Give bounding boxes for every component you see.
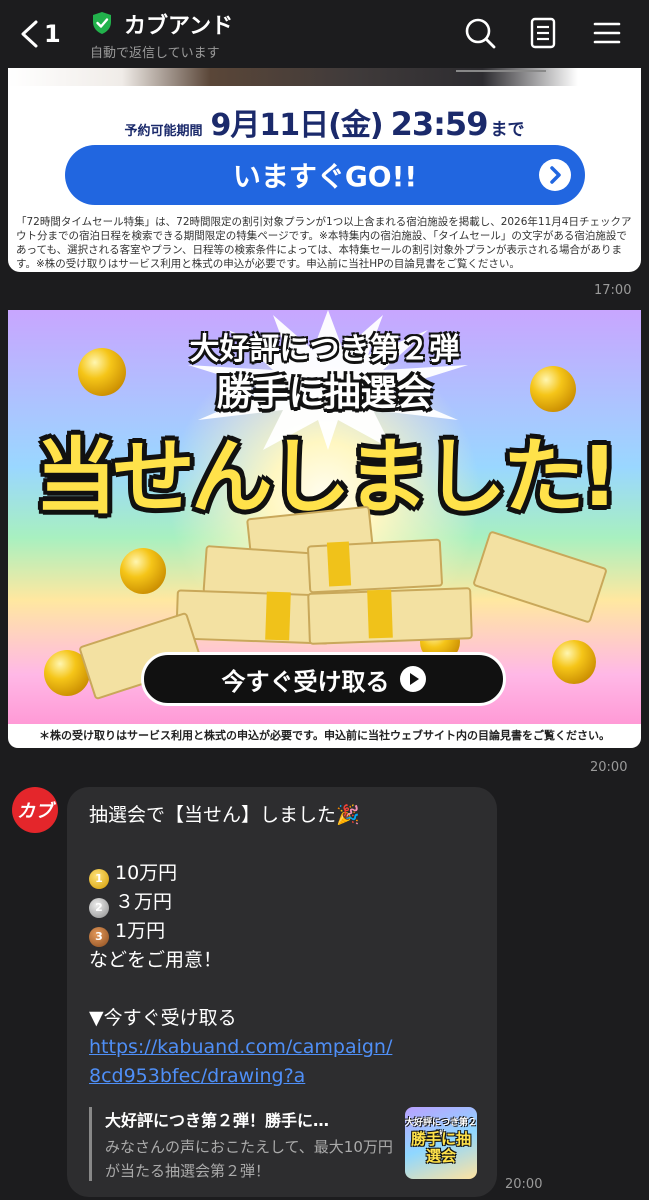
money-band bbox=[326, 541, 352, 587]
verified-shield-icon bbox=[93, 12, 111, 34]
chat-title: カブアンド bbox=[124, 14, 234, 39]
gold-coin bbox=[120, 548, 166, 594]
preview-thumbnail: 大好評につき第２弾 勝手に抽選会 bbox=[405, 1107, 477, 1179]
banner-footer: ＊株の受け取りはサービス利用と株式の申込が必要です。申込前に当社ウェブサイト内の… bbox=[8, 724, 641, 748]
sale-banner-card[interactable]: 予約可能期間 9月11日(金) 23:59 まで いますぐGO!! 「72時間タ… bbox=[8, 50, 641, 272]
message-bubble[interactable]: 抽選会で【当せん】しました🎉 1 10万円 2 ３万円 3 1万円 などをご用意！ ▼… bbox=[67, 787, 497, 1197]
notes-icon[interactable] bbox=[526, 16, 560, 50]
money-band bbox=[367, 589, 393, 639]
thumbnail-title: 勝手に抽選会 bbox=[410, 1130, 471, 1165]
go-now-label: いますぐGO!! bbox=[232, 160, 418, 193]
period-time: 23:59 bbox=[390, 105, 489, 143]
back-button[interactable]: 1 bbox=[18, 14, 68, 54]
bronze-medal-icon: 3 bbox=[89, 927, 109, 947]
message-time: 20:00 bbox=[505, 1177, 543, 1192]
campaign-link[interactable]: https://kabuand.com/campaign/ bbox=[89, 1036, 392, 1058]
receive-now-label: 今すぐ受け取る bbox=[221, 667, 390, 696]
message-line: 抽選会で【当せん】しました🎉 bbox=[89, 804, 360, 826]
prize-amount: 10万円 bbox=[115, 862, 178, 884]
flying-banknote bbox=[472, 530, 608, 624]
campaign-link[interactable]: 8cd953bfec/drawing?a bbox=[89, 1065, 305, 1087]
lottery-banner[interactable]: 大好評につき第２弾 勝手に抽選会 当せんしました! 今すぐ受け取る bbox=[8, 310, 641, 724]
period-date: 9月11日(金) bbox=[210, 108, 384, 143]
search-icon[interactable] bbox=[463, 16, 497, 50]
gold-medal-icon: 1 bbox=[89, 869, 109, 889]
message-line: ▼今すぐ受け取る bbox=[89, 1007, 237, 1029]
message-line: などをご用意！ bbox=[89, 949, 223, 971]
silver-medal-icon: 2 bbox=[89, 898, 109, 918]
sender-avatar[interactable]: カブ bbox=[12, 787, 58, 833]
prize-line: 1 10万円 bbox=[89, 859, 489, 889]
preview-description: みなさんの声におこたえして、最大10万円が当たる抽選会第２弾！ bbox=[105, 1138, 393, 1180]
money-band bbox=[265, 591, 291, 641]
play-icon bbox=[399, 666, 426, 692]
receive-now-button[interactable]: 今すぐ受け取る bbox=[141, 652, 506, 706]
chat-status: 自動で返信しています bbox=[90, 46, 220, 61]
preview-accent-bar bbox=[89, 1107, 92, 1181]
period-label: 予約可能期間 bbox=[124, 124, 203, 139]
booking-period: 予約可能期間 9月11日(金) 23:59 まで bbox=[8, 100, 641, 144]
message-time: 20:00 bbox=[590, 760, 628, 775]
message-text: 抽選会で【当せん】しました🎉 1 10万円 2 ３万円 3 1万円 などをご用意！ ▼… bbox=[89, 801, 489, 1091]
chevron-right-icon bbox=[539, 159, 571, 191]
chevron-left-icon bbox=[21, 20, 38, 48]
menu-icon[interactable] bbox=[590, 16, 624, 50]
link-preview[interactable]: 大好評につき第２弾！勝手に… みなさんの声におこたえして、最大10万円が当たる抽… bbox=[89, 1105, 479, 1183]
prize-amount: ３万円 bbox=[115, 891, 173, 913]
avatar-label: カブ bbox=[17, 801, 53, 822]
gold-coin bbox=[78, 348, 126, 396]
unread-count: 1 bbox=[44, 20, 61, 48]
preview-title: 大好評につき第２弾！勝手に… bbox=[105, 1111, 330, 1130]
prize-line: 2 ３万円 bbox=[89, 888, 489, 918]
period-suffix: まで bbox=[490, 120, 525, 140]
message-time: 17:00 bbox=[594, 283, 632, 298]
gold-coin bbox=[552, 640, 596, 684]
prize-line: 3 1万円 bbox=[89, 917, 489, 947]
chat-header: 1 カブアンド 自動で返信しています bbox=[0, 0, 649, 68]
banner-disclaimer: ＊株の受け取りはサービス利用と株式の申込が必要です。申込前に当社ウェブサイト内の… bbox=[39, 729, 610, 742]
sale-fine-print: 「72時間タイムセール特集」は、72時間限定の割引対象プランが1つ以上含まれる宿… bbox=[16, 216, 632, 270]
go-now-button[interactable]: いますぐGO!! bbox=[65, 145, 585, 205]
gold-coin bbox=[530, 366, 576, 412]
prize-amount: 1万円 bbox=[115, 920, 166, 942]
